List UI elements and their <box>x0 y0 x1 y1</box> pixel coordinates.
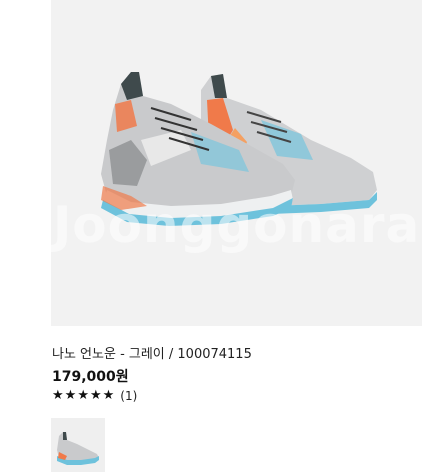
product-price: 179,000원 <box>52 369 129 385</box>
star-icon: ★ <box>102 388 115 403</box>
product-thumbnail[interactable] <box>51 418 105 472</box>
product-page: Joonggonara 나노 언노운 - 그레이 / 100074115 179… <box>0 0 432 475</box>
sneaker-pair-illustration <box>101 72 377 226</box>
review-count[interactable]: (1) <box>120 389 137 403</box>
product-rating: ★ ★ ★ ★ ★ (1) <box>52 389 137 404</box>
star-icon: ★ <box>64 388 77 403</box>
star-icon: ★ <box>89 388 102 403</box>
product-title: 나노 언노운 - 그레이 / 100074115 <box>52 347 252 362</box>
star-rating: ★ ★ ★ ★ ★ <box>52 389 114 403</box>
product-main-image[interactable]: Joonggonara <box>51 0 422 326</box>
star-icon: ★ <box>52 388 64 403</box>
sneaker-thumbnail-illustration <box>57 432 99 465</box>
star-icon: ★ <box>77 388 89 403</box>
